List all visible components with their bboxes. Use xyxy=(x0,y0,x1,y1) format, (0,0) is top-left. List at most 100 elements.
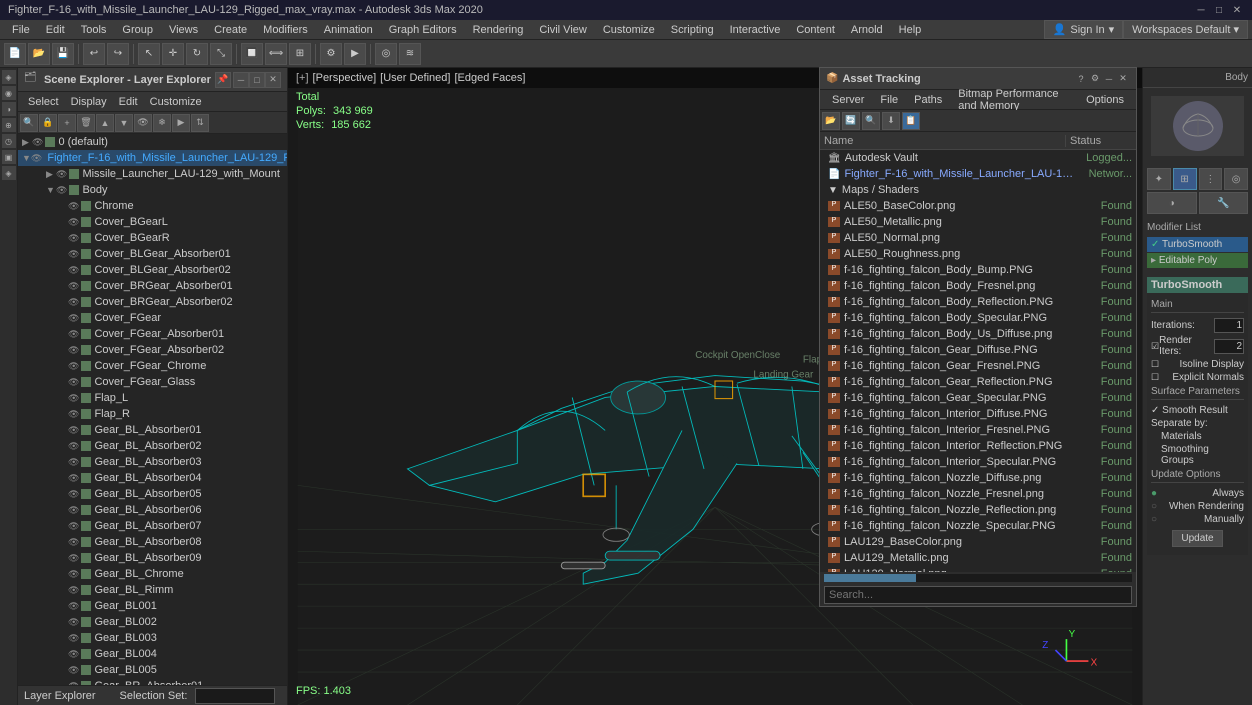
turbosmooth-modifier[interactable]: ✓ TurboSmooth xyxy=(1147,237,1248,252)
scene-explorer-row[interactable]: 👁 Cover_FGear_Chrome xyxy=(18,358,287,374)
ap-file-row[interactable]: P LAU129_Metallic.png Found xyxy=(820,550,1136,566)
ap-close-button[interactable]: ✕ xyxy=(1116,72,1130,86)
eye-icon[interactable]: 👁 xyxy=(68,201,79,212)
scene-explorer-row[interactable]: 👁 Cover_FGear_Absorber02 xyxy=(18,342,287,358)
menu-create[interactable]: Create xyxy=(206,22,255,38)
se-pin-button[interactable]: 📌 xyxy=(215,72,231,88)
ap-file-row[interactable]: P f-16_fighting_falcon_Nozzle_Diffuse.pn… xyxy=(820,470,1136,486)
eye-icon[interactable]: 👁 xyxy=(68,409,79,420)
eye-icon[interactable]: 👁 xyxy=(68,601,79,612)
scene-explorer-row[interactable]: 👁 Gear_BL_Absorber06 xyxy=(18,502,287,518)
eye-icon[interactable]: 👁 xyxy=(68,617,79,628)
scene-explorer-row[interactable]: 👁 Cover_BRGear_Absorber02 xyxy=(18,294,287,310)
eye-icon[interactable]: 👁 xyxy=(68,425,79,436)
ap-search-input[interactable] xyxy=(825,589,1131,601)
render-button[interactable]: ▶ xyxy=(344,43,366,65)
se-delete-button[interactable]: 🗑 xyxy=(77,114,95,132)
eye-icon[interactable]: 👁 xyxy=(68,553,79,564)
close-button[interactable]: ✕ xyxy=(1230,3,1244,17)
left-icon-5[interactable]: ◷ xyxy=(2,134,16,148)
eye-icon[interactable]: 👁 xyxy=(68,361,79,372)
ap-file-row[interactable]: P f-16_fighting_falcon_Gear_Diffuse.PNG … xyxy=(820,342,1136,358)
scene-explorer-row[interactable]: 👁 Gear_BL_Absorber04 xyxy=(18,470,287,486)
display-tab[interactable]: ◑ xyxy=(1147,192,1197,214)
scene-explorer-row[interactable]: 👁 Gear_BL002 xyxy=(18,614,287,630)
open-button[interactable]: 📂 xyxy=(28,43,50,65)
expand-icon[interactable]: ▶ xyxy=(22,137,32,148)
scene-explorer-row[interactable]: 👁 Gear_BL_Absorber07 xyxy=(18,518,287,534)
sign-in-button[interactable]: 👤 Sign In ▾ xyxy=(1044,20,1123,39)
menu-graph-editors[interactable]: Graph Editors xyxy=(381,22,465,38)
se-minimize-button[interactable]: ─ xyxy=(233,72,249,88)
move-button[interactable]: ✛ xyxy=(162,43,184,65)
ap-file-row[interactable]: P ALE50_BaseColor.png Found xyxy=(820,198,1136,214)
ap-menu-paths[interactable]: Paths xyxy=(906,92,950,108)
scene-explorer-row[interactable]: 👁 Gear_BL_Absorber09 xyxy=(18,550,287,566)
ap-file-row[interactable]: P ALE50_Normal.png Found xyxy=(820,230,1136,246)
menu-tools[interactable]: Tools xyxy=(73,22,115,38)
eye-icon[interactable]: 👁 xyxy=(68,473,79,484)
menu-customize[interactable]: Customize xyxy=(595,22,663,38)
scene-explorer-row[interactable]: 👁 Chrome xyxy=(18,198,287,214)
se-maximize-button[interactable]: □ xyxy=(249,72,265,88)
scene-explorer-row[interactable]: 👁 Gear_BL_Chrome xyxy=(18,566,287,582)
ap-menu-file[interactable]: File xyxy=(872,92,906,108)
se-menu-customize[interactable]: Customize xyxy=(144,94,208,110)
eye-icon[interactable]: 👁 xyxy=(68,649,79,660)
select-button[interactable]: ↖ xyxy=(138,43,160,65)
eye-icon[interactable]: 👁 xyxy=(68,377,79,388)
menu-views[interactable]: Views xyxy=(161,22,206,38)
ap-file-row[interactable]: P f-16_fighting_falcon_Interior_Fresnel.… xyxy=(820,422,1136,438)
iterations-input[interactable] xyxy=(1214,318,1244,333)
eye-icon[interactable]: 👁 xyxy=(68,265,79,276)
ap-file-row[interactable]: P f-16_fighting_falcon_Nozzle_Fresnel.pn… xyxy=(820,486,1136,502)
eye-icon[interactable]: 👁 xyxy=(68,457,79,468)
utility-tab[interactable]: 🔧 xyxy=(1199,192,1249,214)
scene-explorer-row[interactable]: 👁 Cover_BRGear_Absorber01 xyxy=(18,278,287,294)
scene-explorer-row[interactable]: 👁 Gear_BL004 xyxy=(18,646,287,662)
eye-icon[interactable]: 👁 xyxy=(68,233,79,244)
scene-explorer-row[interactable]: 👁 Cover_BGearL xyxy=(18,214,287,230)
scene-explorer-row[interactable]: 👁 Gear_BL_Absorber03 xyxy=(18,454,287,470)
menu-edit[interactable]: Edit xyxy=(38,22,73,38)
ap-menu-options[interactable]: Options xyxy=(1078,92,1132,108)
ap-file-row[interactable]: P f-16_fighting_falcon_Interior_Diffuse.… xyxy=(820,406,1136,422)
left-icon-1[interactable]: ◈ xyxy=(2,70,16,84)
scene-explorer-row[interactable]: 👁 Gear_BL_Absorber08 xyxy=(18,534,287,550)
eye-icon[interactable]: 👁 xyxy=(68,249,79,260)
undo-button[interactable]: ↩ xyxy=(83,43,105,65)
scene-explorer-row[interactable]: ▶ 👁 0 (default) xyxy=(18,134,287,150)
ap-file-row[interactable]: P f-16_fighting_falcon_Nozzle_Specular.P… xyxy=(820,518,1136,534)
menu-rendering[interactable]: Rendering xyxy=(465,22,532,38)
eye-icon[interactable]: 👁 xyxy=(68,393,79,404)
asset-tracking-content[interactable]: 🏛 Autodesk Vault Logged... 📄 Fighter_F-1… xyxy=(820,150,1136,572)
menu-help[interactable]: Help xyxy=(891,22,930,38)
left-icon-7[interactable]: ◈ xyxy=(2,166,16,180)
scene-explorer-row[interactable]: 👁 Gear_BL_Absorber05 xyxy=(18,486,287,502)
eye-icon[interactable]: 👁 xyxy=(68,345,79,356)
modify-tab[interactable]: ⊞ xyxy=(1173,168,1197,190)
snap-button[interactable]: 🔲 xyxy=(241,43,263,65)
ap-file-row[interactable]: P ALE50_Metallic.png Found xyxy=(820,214,1136,230)
scene-explorer-row[interactable]: 👁 Gear_BL_Absorber01 xyxy=(18,422,287,438)
ap-file-row[interactable]: P f-16_fighting_falcon_Interior_Reflecti… xyxy=(820,438,1136,454)
save-button[interactable]: 💾 xyxy=(52,43,74,65)
update-button[interactable]: Update xyxy=(1172,530,1222,547)
ap-file-row[interactable]: P f-16_fighting_falcon_Body_Fresnel.png … xyxy=(820,278,1136,294)
eye-icon[interactable]: 👁 xyxy=(68,585,79,596)
scene-explorer-row[interactable]: 👁 Gear_BR_Absorber01 xyxy=(18,678,287,685)
ap-vault-row[interactable]: 🏛 Autodesk Vault Logged... xyxy=(820,150,1136,166)
render-iters-input[interactable] xyxy=(1214,339,1244,354)
selection-set-input[interactable] xyxy=(195,688,275,704)
scene-explorer-row[interactable]: 👁 Cover_FGear_Glass xyxy=(18,374,287,390)
ap-settings-button[interactable]: ⚙ xyxy=(1088,72,1102,86)
maximize-button[interactable]: □ xyxy=(1212,3,1226,17)
mirror-button[interactable]: ⟺ xyxy=(265,43,287,65)
scene-explorer-row[interactable]: 👁 Gear_BL003 xyxy=(18,630,287,646)
eye-icon[interactable]: 👁 xyxy=(68,521,79,532)
ap-file-row[interactable]: P f-16_fighting_falcon_Gear_Specular.PNG… xyxy=(820,390,1136,406)
scene-explorer-content[interactable]: ▶ 👁 0 (default) ▼ 👁 Fighter_F-16_with_Mi… xyxy=(18,134,287,685)
ap-tb-btn5[interactable]: 📋 xyxy=(902,112,920,130)
ap-file-row[interactable]: P LAU129_Normal.png Found xyxy=(820,566,1136,572)
scene-explorer-row[interactable]: 👁 Cover_FGear_Absorber01 xyxy=(18,326,287,342)
